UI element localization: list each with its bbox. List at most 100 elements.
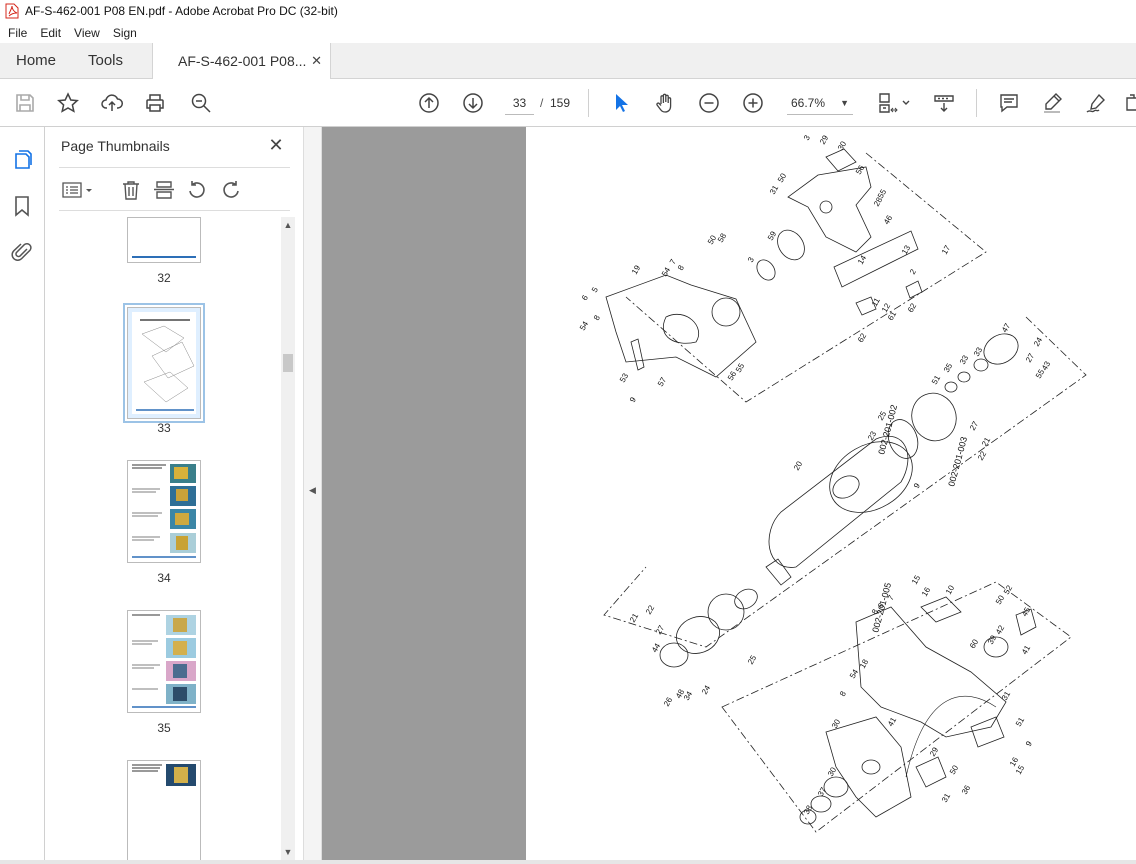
- print-icon[interactable]: [143, 91, 167, 115]
- extract-pages-icon[interactable]: [152, 178, 176, 202]
- part-callout: 15: [910, 573, 923, 586]
- part-callout: 31: [1000, 689, 1013, 702]
- comment-icon[interactable]: [997, 91, 1021, 115]
- page-number-input[interactable]: 33: [505, 91, 534, 115]
- tab-home[interactable]: Home: [16, 43, 56, 79]
- part-callout: 5: [590, 285, 600, 294]
- more-tools-icon[interactable]: [1124, 91, 1136, 115]
- thumbnail-page-content: [132, 312, 196, 414]
- scroll-up-icon[interactable]: ▲: [281, 217, 295, 233]
- thumbnail-toolbar: [59, 167, 290, 211]
- acrobat-pdf-icon: [5, 3, 19, 19]
- zoom-out-icon[interactable]: [697, 91, 721, 115]
- part-callout: 62: [906, 301, 919, 314]
- part-callout: 26: [662, 695, 675, 708]
- part-callout: 8: [676, 263, 686, 272]
- part-callout: 6: [580, 293, 590, 302]
- thumbnail-scrollbar[interactable]: ▲ ▼: [281, 217, 295, 860]
- part-callout: 22: [976, 449, 989, 462]
- options-menu-icon[interactable]: [61, 178, 95, 202]
- part-callout: 20: [792, 459, 805, 472]
- part-callout: 30: [836, 139, 849, 152]
- thumbnail-page[interactable]: [127, 460, 201, 563]
- part-callout: 29: [928, 745, 941, 758]
- tab-tools[interactable]: Tools: [88, 43, 123, 79]
- menu-bar: File Edit View Sign: [0, 22, 1136, 43]
- rotate-counterclockwise-icon[interactable]: [185, 178, 209, 202]
- close-panel-icon[interactable]: ✕: [266, 135, 286, 155]
- select-cursor-icon[interactable]: [609, 91, 633, 115]
- scrollbar-thumb[interactable]: [283, 354, 293, 372]
- part-callout: 55: [734, 361, 747, 374]
- star-icon[interactable]: [56, 91, 80, 115]
- menu-view[interactable]: View: [74, 26, 100, 40]
- thumbnail-list: 32 33 34 35: [59, 217, 280, 860]
- page-up-icon[interactable]: [417, 91, 441, 115]
- zoom-level-value: 66.7%: [791, 96, 826, 110]
- part-callout: 54: [660, 265, 673, 278]
- zoom-level-select[interactable]: 66.7% ▼: [787, 91, 853, 115]
- scroll-mode-icon[interactable]: [932, 91, 956, 115]
- page-thumbnails-icon[interactable]: [10, 147, 34, 171]
- part-callout: 33: [958, 353, 971, 366]
- tab-document[interactable]: AF-S-462-001 P08... ✕: [152, 43, 331, 80]
- fit-page-icon[interactable]: [876, 91, 912, 115]
- part-callout: 46: [882, 213, 895, 226]
- zoom-search-icon[interactable]: [189, 91, 213, 115]
- menu-sign[interactable]: Sign: [113, 26, 137, 40]
- part-callout: 11: [870, 296, 882, 308]
- part-callout: 21: [980, 435, 993, 448]
- menu-edit[interactable]: Edit: [40, 26, 61, 40]
- part-callout: 53: [618, 371, 631, 384]
- part-callout: 13: [900, 243, 913, 256]
- part-callout: 9: [912, 481, 922, 490]
- page-total: 159: [550, 96, 571, 110]
- thumbnail-label: 35: [157, 721, 171, 735]
- part-callout: 27: [1024, 351, 1037, 364]
- toolbar-divider: [588, 89, 589, 117]
- zoom-in-icon[interactable]: [741, 91, 765, 115]
- delete-icon[interactable]: [119, 178, 143, 202]
- part-callout: 9: [628, 395, 638, 404]
- part-callout: 51: [930, 373, 943, 386]
- window-title: AF-S-462-001 P08 EN.pdf - Adobe Acrobat …: [25, 4, 338, 18]
- bookmark-icon[interactable]: [10, 194, 34, 218]
- part-callout: 59: [766, 229, 779, 242]
- close-tab-icon[interactable]: ✕: [311, 43, 322, 79]
- sign-icon[interactable]: [1084, 91, 1108, 115]
- thumbnail-label: 32: [157, 271, 171, 285]
- part-callout: 54: [848, 667, 861, 680]
- thumbnail-page[interactable]: [127, 760, 201, 860]
- left-rail: [0, 127, 45, 864]
- panel-splitter[interactable]: ◀: [303, 127, 322, 860]
- upload-icon[interactable]: [100, 91, 124, 115]
- rotate-clockwise-icon[interactable]: [219, 178, 243, 202]
- part-callout: 17: [940, 243, 953, 256]
- highlight-icon[interactable]: [1040, 91, 1064, 115]
- part-callout: 39: [986, 633, 999, 646]
- page-down-icon[interactable]: [461, 91, 485, 115]
- document-view[interactable]: 3 29 30 31 50 56 55 28 46 59 50 58 3 14 13 17 2 19 54 8 7 6 5 5…: [322, 127, 1136, 860]
- part-callout: 30: [830, 717, 843, 730]
- collapse-panel-icon[interactable]: ◀: [309, 485, 316, 496]
- part-callout: 3: [746, 255, 756, 264]
- save-icon[interactable]: [13, 91, 37, 115]
- tab-bar: Home Tools AF-S-462-001 P08... ✕: [0, 43, 1136, 80]
- part-callout: 23: [866, 429, 879, 442]
- part-callout: 27: [968, 419, 981, 432]
- menu-file[interactable]: File: [8, 26, 27, 40]
- thumbnail-page[interactable]: [127, 610, 201, 713]
- thumbnail-page-selected[interactable]: [123, 303, 205, 423]
- attachment-icon[interactable]: [10, 240, 34, 264]
- scroll-down-icon[interactable]: ▼: [281, 844, 295, 860]
- part-callout: 10: [944, 583, 957, 596]
- part-callout: 29: [818, 133, 831, 146]
- part-callout: 56: [854, 163, 867, 176]
- thumbnail-page[interactable]: [127, 217, 201, 263]
- hand-icon[interactable]: [653, 91, 677, 115]
- part-callout: 47: [1000, 321, 1013, 334]
- part-callout: 31: [940, 791, 953, 804]
- page-separator: /: [540, 96, 544, 110]
- status-strip: [0, 860, 1136, 864]
- part-callout: 8: [838, 689, 848, 698]
